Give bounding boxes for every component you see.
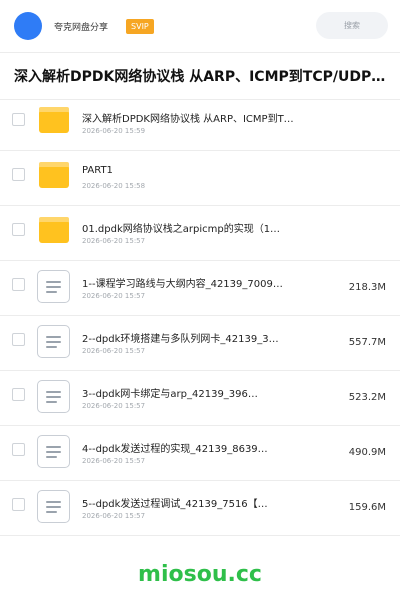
folder-icon bbox=[39, 107, 69, 133]
file-name: 5--dpdk发送过程调试_42139_7516【… bbox=[82, 499, 268, 510]
file-date: 2026-06-20 15:59 bbox=[82, 127, 146, 135]
file-name: 1--课程学习路线与大纲内容_42139_7009… bbox=[82, 279, 283, 290]
file-row[interactable]: 4--dpdk发送过程的实现_42139_8639… 2026-06-20 15:… bbox=[0, 426, 400, 481]
row-checkbox[interactable] bbox=[12, 498, 25, 511]
file-row[interactable]: 1--课程学习路线与大纲内容_42139_7009… 2026-06-20 15:… bbox=[0, 261, 400, 316]
document-icon bbox=[37, 325, 70, 358]
document-icon bbox=[37, 380, 70, 413]
avatar[interactable] bbox=[14, 12, 42, 40]
watermark: miosou.cc bbox=[138, 562, 262, 587]
row-checkbox[interactable] bbox=[12, 443, 25, 456]
file-name: PART1 bbox=[82, 165, 113, 176]
sharer-name: 夸克网盘分享 bbox=[54, 22, 109, 33]
document-icon bbox=[37, 435, 70, 468]
file-row[interactable]: 5--dpdk发送过程调试_42139_7516【… 2026-06-20 15:… bbox=[0, 481, 400, 536]
page-title: 深入解析DPDK网络协议栈 从ARP、ICMP到TCP/UDP的… bbox=[14, 69, 390, 85]
row-checkbox[interactable] bbox=[12, 278, 25, 291]
file-date: 2026-06-20 15:57 bbox=[82, 237, 146, 245]
file-size: 557.7M bbox=[348, 337, 386, 348]
file-row[interactable]: 01.dpdk网络协议栈之arpicmp的实现（1… 2026-06-20 15:… bbox=[0, 206, 400, 261]
file-date: 2026-06-20 15:57 bbox=[82, 347, 146, 355]
file-row[interactable]: 2--dpdk环境搭建与多队列网卡_42139_3… 2026-06-20 15:… bbox=[0, 316, 400, 371]
row-checkbox[interactable] bbox=[12, 223, 25, 236]
file-name: 4--dpdk发送过程的实现_42139_8639… bbox=[82, 444, 268, 455]
file-name: 深入解析DPDK网络协议栈 从ARP、ICMP到T… bbox=[82, 114, 294, 125]
search-placeholder: 搜索 bbox=[344, 21, 360, 30]
svip-badge: SVIP bbox=[126, 18, 154, 34]
row-checkbox[interactable] bbox=[12, 168, 25, 181]
share-title-bar: 深入解析DPDK网络协议栈 从ARP、ICMP到TCP/UDP的… bbox=[0, 52, 400, 100]
file-name: 01.dpdk网络协议栈之arpicmp的实现（1… bbox=[82, 224, 281, 235]
row-checkbox[interactable] bbox=[12, 388, 25, 401]
folder-icon bbox=[39, 217, 69, 243]
row-checkbox[interactable] bbox=[12, 333, 25, 346]
document-icon bbox=[37, 490, 70, 523]
file-row[interactable]: 深入解析DPDK网络协议栈 从ARP、ICMP到T… 2026-06-20 15:… bbox=[0, 96, 400, 151]
file-date: 2026-06-20 15:58 bbox=[82, 182, 146, 190]
file-date: 2026-06-20 15:57 bbox=[82, 402, 146, 410]
file-size: 218.3M bbox=[348, 282, 386, 293]
file-size: 523.2M bbox=[348, 392, 386, 403]
file-name: 3--dpdk网卡绑定与arp_42139_396… bbox=[82, 389, 258, 400]
search-input[interactable]: 搜索 bbox=[316, 12, 388, 39]
file-row[interactable]: PART1 2026-06-20 15:58 bbox=[0, 151, 400, 206]
folder-icon bbox=[39, 162, 69, 188]
file-date: 2026-06-20 15:57 bbox=[82, 457, 146, 465]
top-bar: 夸克网盘分享 SVIP 搜索 bbox=[0, 0, 400, 52]
file-name: 2--dpdk环境搭建与多队列网卡_42139_3… bbox=[82, 334, 279, 345]
file-row[interactable]: 3--dpdk网卡绑定与arp_42139_396… 2026-06-20 15:… bbox=[0, 371, 400, 426]
file-size: 159.6M bbox=[348, 502, 386, 513]
file-size: 490.9M bbox=[348, 447, 386, 458]
row-checkbox[interactable] bbox=[12, 113, 25, 126]
file-date: 2026-06-20 15:57 bbox=[82, 292, 146, 300]
document-icon bbox=[37, 270, 70, 303]
file-list: 深入解析DPDK网络协议栈 从ARP、ICMP到T… 2026-06-20 15:… bbox=[0, 96, 400, 536]
file-date: 2026-06-20 15:57 bbox=[82, 512, 146, 520]
